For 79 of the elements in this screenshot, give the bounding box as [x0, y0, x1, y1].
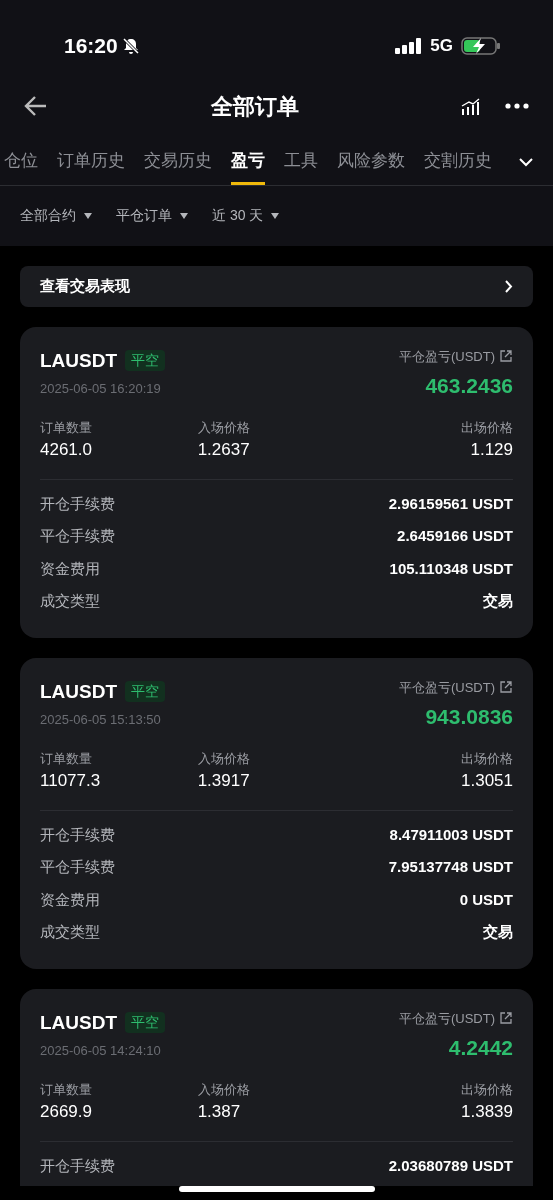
signal-icon	[395, 38, 423, 54]
stat-value: 11077.3	[40, 770, 101, 792]
stat-label: 入场价格	[197, 1080, 250, 1099]
tab[interactable]: 工具	[284, 140, 318, 185]
stat-value: 1.3917	[197, 770, 250, 792]
tab[interactable]: 交易历史	[144, 140, 212, 185]
tab[interactable]: 订单历史	[57, 140, 125, 185]
stat-label: 入场价格	[197, 749, 250, 768]
filter-dropdown[interactable]: 全部合约	[20, 205, 92, 226]
detail-label: 资金费用	[40, 558, 100, 579]
side-tag: 平空	[125, 681, 166, 703]
tab[interactable]: 仓位	[4, 140, 38, 185]
stat-label: 订单数量	[40, 749, 92, 768]
detail-value: 交易	[483, 922, 513, 942]
detail-label: 开仓手续费	[40, 824, 115, 845]
detail-label: 平仓手续费	[40, 526, 115, 546]
tab[interactable]: 交割历史	[424, 140, 492, 185]
stat-value: 1.3839	[461, 1101, 513, 1123]
pnl-label: 平仓盈亏(USDT)	[398, 1009, 495, 1028]
tab[interactable]: 盈亏	[231, 140, 265, 185]
filter-dropdown[interactable]: 平仓订单	[116, 205, 188, 226]
detail-label: 成交类型	[40, 591, 100, 611]
stat-label: 入场价格	[197, 418, 250, 437]
detail-label: 成交类型	[40, 922, 100, 942]
side-tag: 平空	[125, 350, 166, 372]
clock: 16:20	[64, 33, 118, 60]
stat-value: 1.129	[470, 439, 513, 461]
detail-value: 105.110348 USDT	[389, 558, 513, 579]
detail-value: 8.47911003 USDT	[389, 824, 513, 845]
battery-charging-icon	[461, 36, 501, 56]
symbol: LAUSDT	[40, 348, 118, 373]
filter-dropdown[interactable]: 近 30 天	[212, 205, 280, 226]
stat-value: 1.3051	[461, 770, 513, 792]
detail-value: 2.6459166 USDT	[397, 526, 513, 546]
external-link-icon[interactable]	[499, 349, 513, 364]
detail-value: 7.95137748 USDT	[388, 857, 513, 877]
chevron-down-icon[interactable]	[519, 157, 533, 167]
stat-value: 4261.0	[40, 439, 92, 461]
pnl-value: 943.0836	[425, 704, 513, 730]
chart-icon[interactable]	[461, 97, 481, 115]
performance-link[interactable]: 查看交易表现	[20, 265, 533, 307]
bell-off-icon	[121, 37, 140, 55]
chevron-right-icon	[505, 279, 513, 293]
symbol: LAUSDT	[40, 1010, 118, 1035]
caret-icon	[84, 212, 92, 219]
stat-value: 2669.9	[40, 1101, 92, 1123]
detail-value: 2.96159561 USDT	[388, 493, 513, 514]
caret-icon	[271, 212, 280, 219]
pnl-label: 平仓盈亏(USDT)	[398, 678, 495, 697]
external-link-icon[interactable]	[499, 680, 513, 695]
detail-label: 资金费用	[40, 889, 100, 910]
stat-label: 出场价格	[461, 1080, 513, 1099]
detail-value: 2.03680789 USDT	[388, 1155, 513, 1176]
order-time: 2025-06-05 15:13:50	[40, 711, 162, 729]
more-icon[interactable]	[505, 103, 529, 109]
page-title: 全部订单	[210, 92, 299, 121]
pnl-label: 平仓盈亏(USDT)	[398, 347, 495, 366]
detail-value: 0 USDT	[459, 889, 513, 910]
symbol: LAUSDT	[40, 679, 118, 704]
back-arrow-icon[interactable]	[24, 95, 48, 117]
tab[interactable]: 风险参数	[337, 140, 405, 185]
detail-value: 交易	[483, 591, 513, 611]
external-link-icon[interactable]	[499, 1011, 513, 1026]
side-tag: 平空	[125, 1012, 166, 1034]
stat-value: 1.2637	[197, 439, 250, 461]
stat-label: 出场价格	[461, 749, 513, 768]
pnl-value: 4.2442	[448, 1035, 513, 1061]
order-time: 2025-06-05 14:24:10	[40, 1042, 162, 1060]
order-time: 2025-06-05 16:20:19	[40, 380, 162, 398]
pnl-value: 463.2436	[425, 373, 513, 399]
detail-label: 开仓手续费	[40, 493, 115, 514]
stat-label: 订单数量	[40, 1080, 92, 1099]
detail-label: 开仓手续费	[40, 1155, 115, 1176]
detail-label: 平仓手续费	[40, 857, 115, 877]
stat-value: 1.387	[197, 1101, 241, 1123]
stat-label: 订单数量	[40, 418, 92, 437]
caret-icon	[180, 212, 188, 219]
network-label: 5G	[430, 35, 453, 58]
stat-label: 出场价格	[461, 418, 513, 437]
